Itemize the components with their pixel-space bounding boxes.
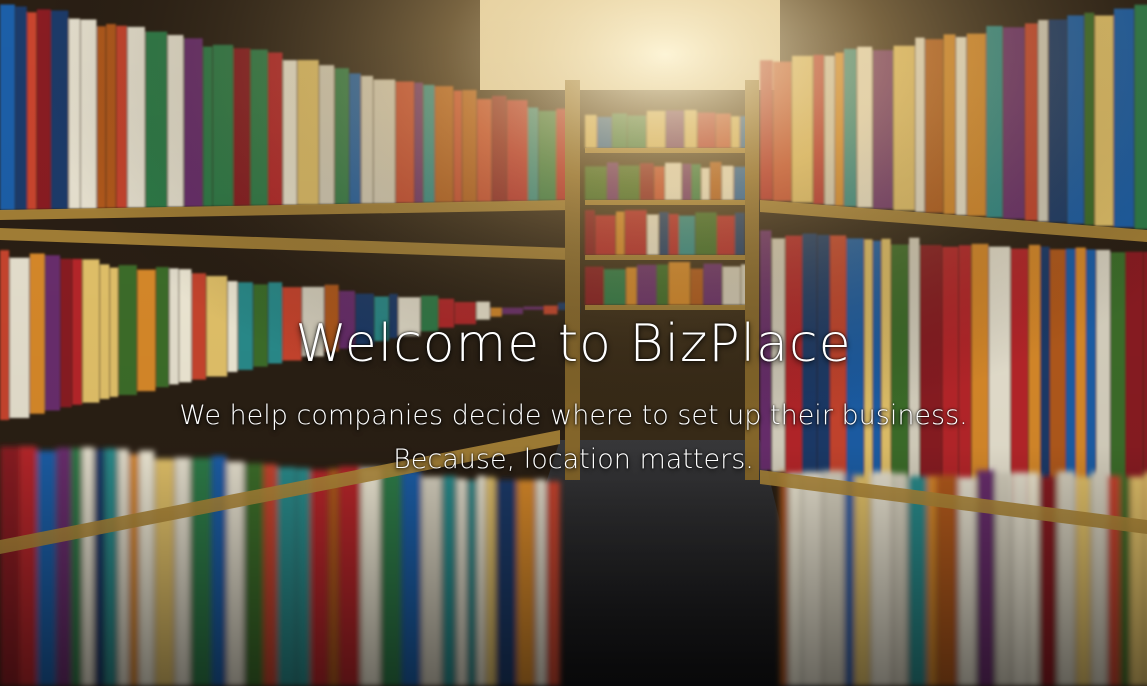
hero-title: Welcome to BizPlace: [295, 314, 852, 374]
hero-subtitle-line-1: We help companies decide where to set up…: [179, 400, 968, 431]
hero-text-overlay: Welcome to BizPlace We help companies de…: [0, 0, 1147, 686]
hero-subtitle: We help companies decide where to set up…: [0, 394, 1147, 482]
hero-section: Welcome to BizPlace We help companies de…: [0, 0, 1147, 686]
hero-subtitle-line-2: Because, location matters.: [393, 444, 754, 475]
